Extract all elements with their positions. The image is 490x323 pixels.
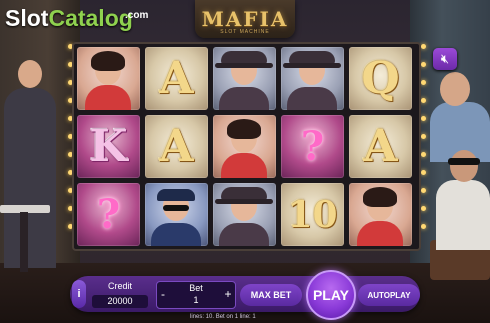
watermark-catalog: Catalog — [48, 5, 133, 31]
bet-info: lines: 10. Bet on 1 line: 1 — [190, 314, 350, 320]
symbol-k: K — [77, 115, 140, 178]
watermark-com: .com — [125, 10, 149, 21]
symbol-label: A — [159, 53, 194, 104]
watermark-slot: Slot — [5, 5, 49, 31]
mobster-right-seated-head — [450, 150, 478, 182]
symbol-woman — [349, 183, 412, 246]
symbol-woman — [77, 47, 140, 110]
reel-lights-left — [68, 44, 73, 244]
symbol-label: A — [159, 121, 194, 172]
symbol-gangster — [213, 47, 276, 110]
symbol-label: ? — [96, 191, 121, 238]
mobster-left-head — [18, 60, 42, 88]
symbol-10: 10 — [281, 183, 344, 246]
logo-title: MAFIA — [201, 7, 289, 31]
reel-lights-right — [421, 44, 426, 244]
play-button[interactable]: PLAY — [306, 270, 356, 320]
bet-increase-button[interactable]: + — [222, 283, 234, 305]
credit-value: 20000 — [92, 295, 148, 308]
symbol-mystery: ? — [281, 115, 344, 178]
table-leg — [20, 212, 28, 272]
mobster-left — [4, 88, 56, 268]
symbol-woman — [213, 115, 276, 178]
symbol-label: A — [363, 121, 398, 172]
symbol-mystery: ? — [77, 183, 140, 246]
symbol-a: A — [145, 47, 208, 110]
sunglasses — [448, 158, 480, 165]
symbol-a: A — [145, 115, 208, 178]
bet-decrease-button[interactable]: - — [157, 283, 169, 305]
symbol-label: ? — [300, 123, 325, 170]
symbol-label: K — [89, 121, 128, 172]
mobster-right-top-head — [440, 72, 470, 106]
symbol-cop — [145, 183, 208, 246]
bet-value: 1 — [193, 295, 199, 305]
info-button[interactable]: i — [72, 280, 86, 308]
symbol-gangster — [281, 47, 344, 110]
slotcatalog-watermark: SlotCatalog .com — [5, 5, 148, 31]
symbol-q: Q — [349, 47, 412, 110]
symbol-label: 10 — [287, 193, 338, 236]
bet-line-info: Bet on 1 line: 1 — [215, 314, 256, 320]
max-bet-button[interactable]: MAX BET — [240, 284, 302, 306]
symbol-label: Q — [361, 53, 400, 104]
lines-info: lines: 10. — [190, 314, 215, 320]
game-logo: MAFIA SLOT MACHINE — [195, 0, 295, 38]
symbol-a: A — [349, 115, 412, 178]
reel-grid: A Q K A? A? 10 — [72, 42, 421, 251]
credit-label: Credit — [107, 281, 132, 291]
autoplay-button[interactable]: AUTOPLAY — [358, 284, 420, 306]
bet-label: Bet — [189, 283, 203, 293]
symbol-gangster — [213, 183, 276, 246]
speaker-mute-icon[interactable]: 🔇︎ — [433, 48, 457, 70]
mobster-right-seated — [436, 180, 490, 250]
